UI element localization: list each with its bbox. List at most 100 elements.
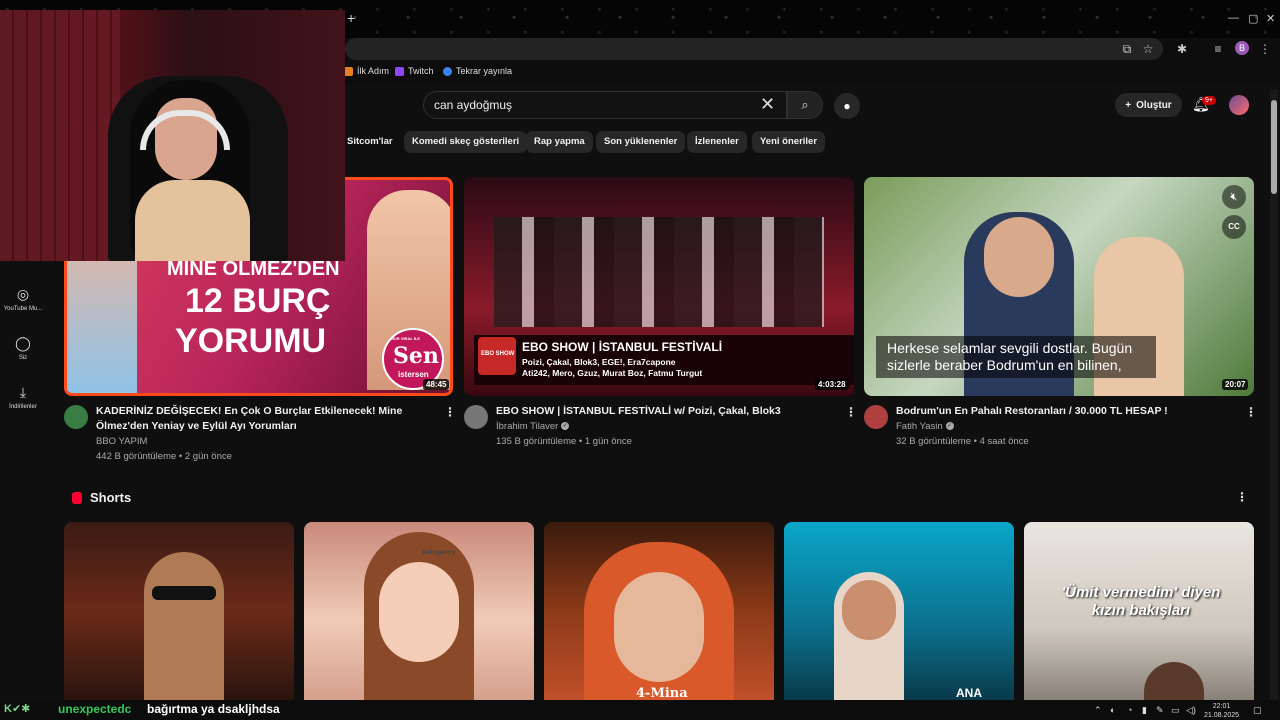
more-options-icon[interactable]: ⋮: [845, 405, 857, 419]
thumbnail-logo: EBO SHOW: [478, 337, 516, 375]
more-options-icon[interactable]: ⋮: [1245, 405, 1257, 419]
media-icon[interactable]: ≡: [1211, 42, 1225, 56]
maximize-icon[interactable]: ▢: [1248, 12, 1258, 25]
video-title[interactable]: KADERİNİZ DEĞİŞECEK! En Çok O Burçlar Et…: [96, 404, 438, 434]
webcam-overlay: [0, 10, 345, 261]
screen: + — ▢ ✕ ⧉ ☆ ✱ ≡ B ⋮ İlk Adım Twitch Tekr…: [0, 0, 1280, 720]
short-overlay: 'Ümit vermedim' diyen kızın bakışları: [1061, 584, 1221, 619]
bookmark-label: İlk Adım: [357, 66, 390, 76]
thumbnail-text: YORUMU: [175, 322, 327, 360]
taskbar-clock[interactable]: 22:01 21.08.2025: [1204, 702, 1239, 720]
short-face: [379, 562, 459, 662]
account-avatar[interactable]: [1229, 95, 1249, 115]
new-tab-button[interactable]: +: [347, 10, 355, 26]
volume-icon[interactable]: ◁): [1186, 705, 1196, 716]
sidebar-item-downloads[interactable]: ⤓ İndirilenler: [0, 384, 46, 410]
chip-sitcoms[interactable]: Sitcom'lar: [339, 131, 401, 153]
sidebar-item-you[interactable]: ◯ Siz: [0, 335, 46, 361]
video-thumbnail[interactable]: Herkese selamlar sevgili dostlar. Bugün …: [864, 177, 1254, 396]
menu-icon[interactable]: ⋮: [1258, 42, 1272, 56]
tray-app-icon[interactable]: ◐: [1110, 705, 1115, 715]
chip-rap[interactable]: Rap yapma: [526, 131, 593, 153]
short-person: [1144, 662, 1204, 700]
scrollbar-thumb[interactable]: [1271, 100, 1277, 194]
verified-icon: ✓: [561, 422, 570, 431]
short-face: [614, 572, 704, 682]
thumbnail-line: Ati242, Mero, Gzuz, Murat Boz, Fatmu Tur…: [522, 368, 703, 378]
twitch-icon: [395, 66, 404, 76]
short-card[interactable]: 'Ümit vermedim' diyen kızın bakışları: [1024, 522, 1254, 700]
short-sunglasses: [152, 586, 216, 600]
bookmark-twitch[interactable]: Twitch: [395, 66, 434, 76]
channel-name-row[interactable]: İbrahim Tilaver ✓: [496, 419, 570, 434]
shorts-heading: Shorts: [90, 490, 132, 505]
verified-icon: ✓: [945, 422, 954, 431]
thumbnail-badge-sub: istersen: [398, 370, 429, 379]
address-bar[interactable]: [345, 38, 1163, 60]
short-face: [842, 580, 896, 640]
video-meta: 442 B görüntüleme • 2 gün önce: [96, 451, 232, 462]
channel-avatar[interactable]: [64, 405, 88, 429]
extensions-icon[interactable]: ✱: [1175, 42, 1189, 56]
thumbnail-logo-text: EBO SHOW: [481, 351, 515, 357]
voice-search-button[interactable]: ●: [834, 93, 860, 119]
chat-emote-icon: K✔✱: [4, 703, 31, 715]
music-icon: ◎: [16, 286, 30, 302]
video-meta: 32 B görüntüleme • 4 saat önce: [896, 436, 1029, 447]
channel-name-row[interactable]: Fatih Yasin ✓: [896, 419, 954, 434]
sidebar-item-youtube-music[interactable]: ◎ YouTube Mu...: [0, 286, 46, 312]
video-title[interactable]: EBO SHOW | İSTANBUL FESTİVALİ w/ Poizi, …: [496, 404, 838, 419]
thumbnail-text: MİNE ÖLMEZ'DEN: [167, 258, 340, 280]
more-options-icon[interactable]: ⋮: [444, 405, 456, 419]
notification-center-icon[interactable]: ▢: [1253, 705, 1262, 716]
channel-name[interactable]: BBO YAPIM: [96, 434, 147, 449]
thumbnail-crowd: [494, 217, 824, 327]
chat-username: unexpectedc: [58, 702, 132, 716]
short-overlay: bulltagency: [422, 550, 456, 556]
short-card[interactable]: 4-Mina: [544, 522, 774, 700]
clear-search-icon[interactable]: ✕: [760, 94, 775, 114]
tray-app-icon[interactable]: ◔: [1127, 705, 1132, 715]
shorts-icon: [72, 492, 82, 504]
create-button[interactable]: + Oluştur: [1115, 93, 1182, 117]
chat-message: bağırtma ya dsakljhdsa: [147, 702, 280, 716]
bookmark-tekrar-yayinla[interactable]: Tekrar yayınla: [443, 66, 512, 76]
bookmark-ilk-adim[interactable]: İlk Adım: [344, 66, 389, 76]
profile-icon[interactable]: B: [1235, 41, 1249, 55]
channel-name: İbrahim Tilaver: [496, 421, 559, 432]
webcam-body: [135, 180, 250, 261]
tray-chevron-icon[interactable]: ⌃: [1094, 705, 1102, 716]
sidebar-label: Siz: [18, 355, 28, 361]
video-title[interactable]: Bodrum'un En Pahalı Restoranları / 30.00…: [896, 404, 1238, 419]
video-duration: 20:07: [1222, 379, 1249, 390]
sidebar-label: YouTube Mu...: [3, 306, 43, 312]
short-card[interactable]: [64, 522, 294, 700]
thumbnail-face: [984, 217, 1054, 297]
channel-avatar[interactable]: [864, 405, 888, 429]
search-button[interactable]: ⌕: [787, 91, 823, 119]
channel-name: Fatih Yasin: [896, 421, 943, 432]
plus-icon: +: [1125, 99, 1132, 111]
bookmark-star-icon[interactable]: ☆: [1141, 42, 1155, 56]
tray-mic-icon[interactable]: ▮: [1142, 705, 1147, 716]
minimize-icon[interactable]: —: [1228, 12, 1239, 24]
video-thumbnail[interactable]: EBO SHOW EBO SHOW | İSTANBUL FESTİVALİ P…: [464, 177, 854, 396]
mute-icon[interactable]: 🔇︎: [1222, 185, 1246, 209]
chip-recent[interactable]: Son yüklenenler: [596, 131, 686, 153]
short-overlay: 4-Mina: [636, 686, 688, 700]
close-window-icon[interactable]: ✕: [1266, 12, 1275, 25]
cast-icon[interactable]: ⧉: [1120, 42, 1134, 56]
short-card[interactable]: ANA: [784, 522, 1014, 700]
short-card[interactable]: bulltagency: [304, 522, 534, 700]
chip-new-recommendations[interactable]: Yeni öneriler: [752, 131, 826, 153]
captions-icon[interactable]: CC: [1222, 215, 1246, 239]
chip-watched[interactable]: İzlenenler: [687, 131, 747, 153]
shorts-more-icon[interactable]: ⋮: [1236, 490, 1248, 504]
channel-avatar[interactable]: [464, 405, 488, 429]
chip-comedy[interactable]: Komedi skeç gösterileri: [404, 131, 528, 153]
tray-display-icon[interactable]: ▭: [1171, 705, 1180, 716]
video-duration: 48:45: [423, 379, 450, 390]
thumbnail-heading: EBO SHOW | İSTANBUL FESTİVALİ: [522, 340, 723, 354]
clock-date: 21.08.2025: [1204, 712, 1240, 719]
tray-pen-icon[interactable]: ✎: [1156, 705, 1164, 716]
